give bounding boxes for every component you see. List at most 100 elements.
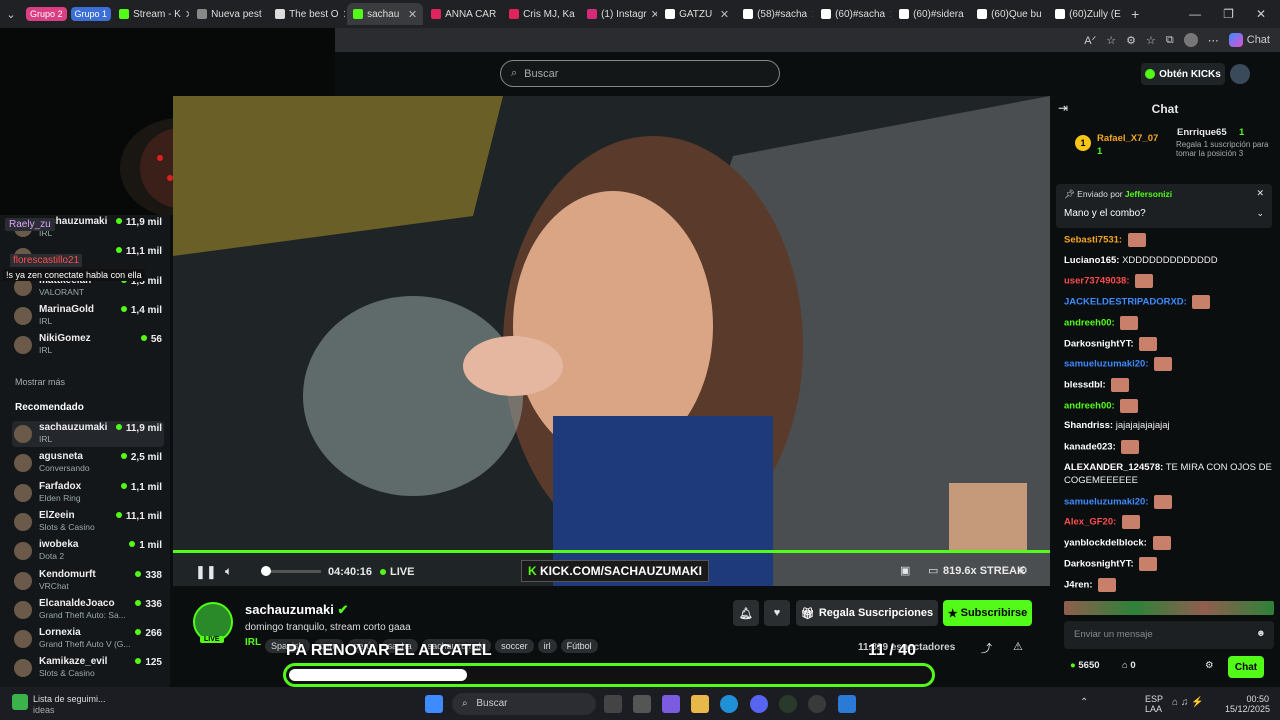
chat-username[interactable]: Alex_GF20: [1064, 517, 1116, 528]
browser-tab[interactable]: (60)Que bu ✕ [971, 3, 1047, 25]
share-icon[interactable]: ⤴ [981, 640, 992, 656]
chat-username[interactable]: J4ren: [1064, 579, 1093, 590]
notification-bell-icon[interactable]: 🔔︎ [733, 600, 759, 626]
user-avatar[interactable] [1230, 64, 1250, 84]
discord-icon[interactable] [750, 695, 768, 713]
more-icon[interactable]: ⋯ [1208, 34, 1219, 47]
sidebar-channel[interactable]: Farfadox Elden Ring 1,1 mil [12, 480, 164, 506]
sidebar-channel[interactable]: Lornexia Grand Theft Auto V (G... 266 [12, 626, 164, 652]
chat-username[interactable]: andreeh00: [1064, 317, 1115, 328]
stream-tag[interactable]: irl [537, 639, 557, 653]
widget-line-1[interactable]: Lista de seguimi... [33, 694, 106, 704]
taskbar-search[interactable]: ⌕ Buscar [452, 693, 596, 715]
close-tab-icon[interactable]: ✕ [408, 8, 417, 21]
close-tab-icon[interactable]: ✕ [968, 8, 969, 21]
input-lang[interactable]: ESP LAA [1145, 694, 1163, 714]
maximize-icon[interactable]: ❐ [1223, 7, 1234, 21]
favorites-icon[interactable]: ☆ [1146, 34, 1156, 47]
follow-heart-icon[interactable]: ♥ [764, 600, 790, 626]
chat-username[interactable]: yanblockdelblock: [1064, 538, 1147, 549]
sidebar-channel[interactable]: ElcanaldeJoaco Grand Theft Auto: Sa... 336 [12, 597, 164, 623]
chat-username[interactable]: Shandriss: [1064, 420, 1113, 431]
chat-username[interactable]: blessdbl: [1064, 379, 1106, 390]
kicks-balance[interactable]: ● 5650 [1070, 660, 1100, 671]
file-explorer-icon[interactable] [691, 695, 709, 713]
browser-tab[interactable]: GATZU ✕ [659, 3, 735, 25]
pip-icon[interactable]: ▣ [900, 564, 910, 577]
chat-username[interactable]: DarkosnightYT: [1064, 338, 1134, 349]
network-icon[interactable]: ⌂ ♫ ⚡ [1172, 697, 1204, 708]
chat-username[interactable]: andreeh00: [1064, 400, 1115, 411]
volume-slider[interactable] [261, 566, 321, 576]
browser-tab[interactable]: (1) Instagr ✕ [581, 3, 657, 25]
clock[interactable]: 00:50 15/12/2025 [1225, 694, 1270, 714]
sidebar-channel[interactable]: sachauzumaki IRL 11,9 mil [12, 421, 164, 447]
settings-icon[interactable]: ⚙ [1018, 564, 1028, 577]
close-tab-icon[interactable]: ✕ [343, 8, 346, 21]
video-player[interactable] [173, 96, 1050, 586]
close-tab-icon[interactable]: ✕ [185, 8, 189, 21]
copilot-app-icon[interactable] [662, 695, 680, 713]
volume-icon[interactable]: 🔈︎ [225, 564, 232, 579]
chat-username[interactable]: samueluzumaki20: [1064, 496, 1148, 507]
close-tab-icon[interactable]: ✕ [651, 8, 657, 21]
browser-tab[interactable]: (60)#sacha✕ [815, 3, 891, 25]
unpin-icon[interactable]: ✕ [1256, 188, 1264, 199]
widgets-icon[interactable] [12, 694, 28, 710]
chat-input[interactable]: Enviar un mensaje ☻ [1064, 621, 1274, 649]
close-tab-icon[interactable]: ✕ [889, 8, 891, 21]
browser-tab[interactable]: (60)Zully (E ✕ [1049, 3, 1125, 25]
task-view-icon[interactable] [604, 695, 622, 713]
chat-username[interactable]: samueluzumaki20: [1064, 359, 1148, 370]
stream-category[interactable]: IRL [245, 637, 261, 648]
close-window-icon[interactable]: ✕ [1256, 7, 1266, 21]
tray-chevron-icon[interactable]: ⌃ [1080, 697, 1088, 708]
report-icon[interactable]: ⚠ [1013, 640, 1023, 653]
tab-list-icon[interactable]: ⌄ [0, 8, 22, 21]
new-tab-icon[interactable]: + [1131, 6, 1139, 22]
gift-count[interactable]: ⌂ 0 [1122, 660, 1136, 671]
gift-subs-button[interactable]: 🎁︎ Regala Suscripciones [796, 600, 938, 626]
chat-settings-icon[interactable]: ⚙ [1205, 660, 1214, 671]
chat-username[interactable]: Luciano165: [1064, 255, 1119, 266]
browser-tab[interactable]: (60)#sidera ✕ [893, 3, 969, 25]
stream-tag[interactable]: Fútbol [560, 639, 598, 653]
copilot-chat-button[interactable]: Chat [1228, 33, 1270, 47]
top-gifter-2[interactable]: Enrrique65 [1177, 127, 1227, 138]
obs-icon[interactable] [808, 695, 826, 713]
start-icon[interactable] [425, 695, 443, 713]
stream-tag[interactable]: soccer [495, 639, 534, 653]
channel-name[interactable]: sachauzumaki ✔ [245, 602, 348, 618]
app2-icon[interactable] [838, 695, 856, 713]
chat-username[interactable]: JACKELDESTRIPADORXD: [1064, 297, 1187, 308]
chat-username[interactable]: Sebasti7531: [1064, 235, 1122, 246]
tab-group-2[interactable]: Grupo 2 [26, 7, 67, 21]
theater-icon[interactable]: ▭ [928, 564, 938, 577]
extensions-icon[interactable]: ⚙ [1126, 34, 1136, 47]
send-chat-button[interactable]: Chat [1228, 656, 1264, 678]
app-icon[interactable] [779, 695, 797, 713]
progress-bar[interactable] [173, 550, 1050, 553]
minimize-icon[interactable]: — [1189, 7, 1201, 21]
close-tab-icon[interactable]: ✕ [500, 8, 501, 21]
favorite-star-icon[interactable]: ☆ [1106, 34, 1116, 47]
browser-tab[interactable]: Nueva pest ✕ [191, 3, 267, 25]
sidebar-channel[interactable]: NikiGomez IRL 56 [12, 332, 164, 358]
chat-username[interactable]: DarkosnightYT: [1064, 558, 1134, 569]
subscribe-button[interactable]: ★ Subscribirse [943, 600, 1032, 626]
search-input[interactable]: ⌕ Buscar [500, 60, 780, 87]
store-icon[interactable] [633, 695, 651, 713]
show-more-link[interactable]: Mostrar más [15, 377, 65, 387]
top-gifter-1[interactable]: Rafael_X7_07 [1097, 133, 1158, 144]
tab-group-1[interactable]: Grupo 1 [70, 7, 112, 21]
sidebar-channel[interactable]: iwobeka Dota 2 1 mil [12, 538, 164, 564]
close-tab-icon[interactable]: ✕ [1046, 8, 1047, 21]
browser-tab[interactable]: (58)#sacha✕ [737, 3, 813, 25]
sidebar-channel[interactable]: Kamikaze_evil Slots & Casino 125 [12, 655, 164, 681]
reader-icon[interactable]: Aᐟ [1084, 34, 1096, 47]
get-kicks-button[interactable]: Obtén KICKs [1141, 63, 1225, 85]
sidebar-channel[interactable]: MarinaGold IRL 1,4 mil [12, 303, 164, 329]
chat-username[interactable]: kanade023: [1064, 442, 1116, 453]
sidebar-channel[interactable]: Kendomurft VRChat 338 [12, 568, 164, 594]
chat-username[interactable]: ALEXANDER_124578: [1064, 462, 1163, 473]
